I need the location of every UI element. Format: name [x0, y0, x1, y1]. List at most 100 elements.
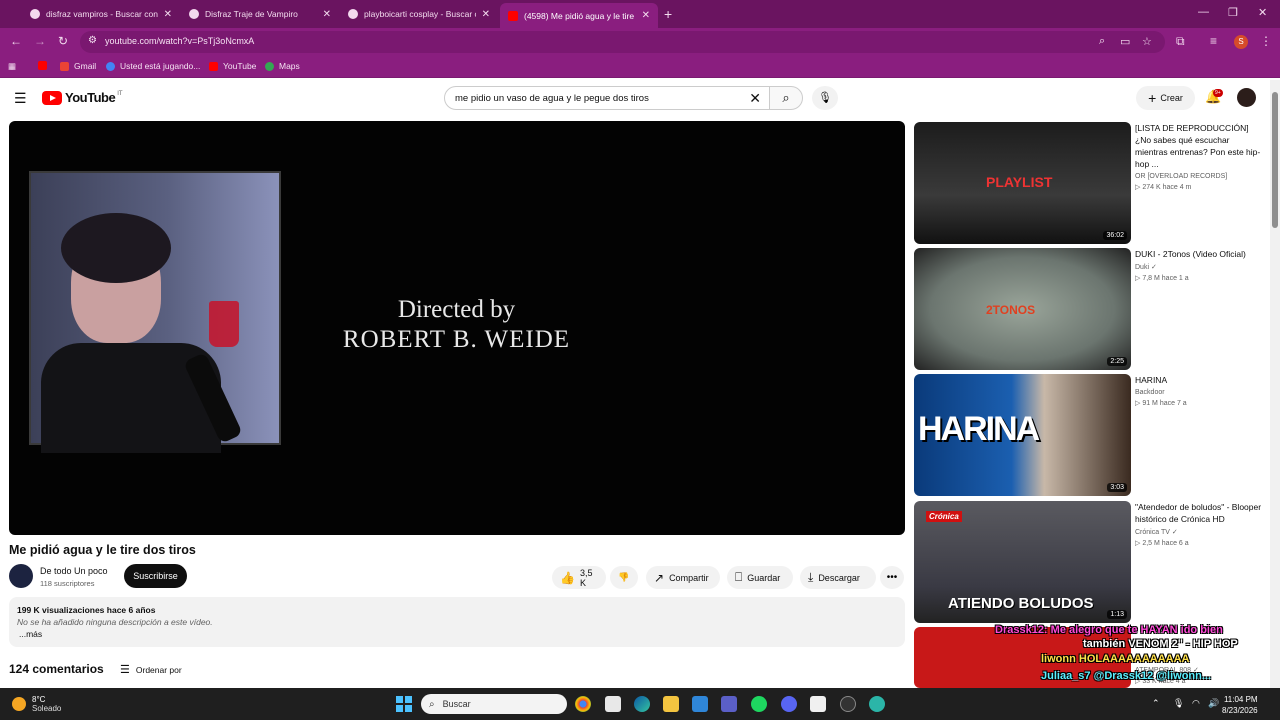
search-button[interactable]: ⌕: [769, 86, 803, 110]
related-video[interactable]: PLAYLIST 36:02 [LISTA DE REPRODUCCIÓN] ¿…: [914, 122, 1264, 244]
thumbnail-text: PLAYLIST: [986, 174, 1053, 190]
tab-disfraz-vampiros[interactable]: disfraz vampiros - Buscar con G ✕: [22, 4, 180, 24]
related-title: DUKI - 2Tonos (Video Oficial): [1135, 249, 1246, 259]
close-icon[interactable]: ✕: [164, 9, 172, 20]
browser-toolbar: ← → ↻ ⚙ youtube.com/watch?v=PsTj3oNcmxA …: [0, 28, 1280, 56]
duration-badge: 1:13: [1107, 610, 1127, 619]
channel-name[interactable]: De todo Un poco: [40, 566, 108, 576]
video-player[interactable]: Directed by ROBERT B. WEIDE: [9, 121, 905, 535]
bookmark-star-icon[interactable]: ☆: [1142, 35, 1152, 48]
zoom-icon[interactable]: ⌕: [1099, 35, 1105, 48]
tab-playboicarti[interactable]: playboicarti cosplay - Buscar co ✕: [340, 4, 498, 24]
video-thumbnail[interactable]: Crónica ATIENDO BOLUDOS 1:13: [914, 501, 1131, 623]
subscribe-button[interactable]: Suscribirse: [124, 564, 187, 588]
save-button[interactable]: ⎕ Guardar: [727, 566, 793, 589]
sort-comments-button[interactable]: ☰ Ordenar por: [120, 663, 182, 676]
tab-disfraz-traje[interactable]: Disfraz Traje de Vampiro ✕: [181, 4, 339, 24]
file-explorer-icon[interactable]: [663, 696, 679, 712]
tray-overflow-icon[interactable]: ⌃: [1152, 698, 1160, 709]
site-info-icon[interactable]: ⚙: [88, 35, 97, 46]
teams-icon[interactable]: [721, 696, 737, 712]
address-bar[interactable]: ⚙ youtube.com/watch?v=PsTj3oNcmxA ⌕ ▭ ☆: [80, 31, 1165, 53]
bookmark-youtube-icon[interactable]: [38, 61, 52, 70]
url-text: youtube.com/watch?v=PsTj3oNcmxA: [105, 36, 255, 46]
thumbnail-text: ATIENDO BOLUDOS: [948, 595, 1094, 612]
download-button[interactable]: ⤓ Descargar: [800, 566, 876, 589]
bookmark-maps[interactable]: Maps: [265, 61, 300, 71]
tab-title: playboicarti cosplay - Buscar co: [364, 9, 476, 19]
new-tab-icon[interactable]: +: [664, 6, 672, 22]
cast-icon[interactable]: ▭: [1120, 35, 1130, 48]
show-more-link[interactable]: ...más: [19, 629, 42, 639]
like-button[interactable]: 👍 3,5 K: [552, 566, 606, 589]
tab-youtube-active[interactable]: (4598) Me pidió agua y le tire d ✕: [500, 3, 658, 28]
close-icon[interactable]: ✕: [642, 10, 650, 21]
minimize-icon[interactable]: —: [1198, 6, 1209, 18]
wifi-icon[interactable]: ◠: [1192, 698, 1200, 709]
voice-search-icon[interactable]: 🎙: [812, 86, 838, 110]
download-label: Descargar: [818, 572, 860, 583]
reload-icon[interactable]: ↻: [58, 34, 68, 48]
dislike-button[interactable]: 👎: [610, 566, 638, 589]
taskbar-search-input[interactable]: ⌕ Buscar: [421, 694, 567, 714]
clear-search-icon[interactable]: ✕: [749, 90, 761, 107]
related-video[interactable]: Crónica ATIENDO BOLUDOS 1:13 "Atendedor …: [914, 501, 1264, 623]
youtube-logo[interactable]: YouTube IT: [42, 90, 123, 105]
store-icon[interactable]: [605, 696, 621, 712]
volume-icon[interactable]: 🔊: [1208, 698, 1219, 709]
forward-icon[interactable]: →: [34, 34, 46, 48]
share-icon: ↗: [654, 570, 665, 585]
discord-icon[interactable]: [781, 696, 797, 712]
chrome-icon[interactable]: [575, 696, 591, 712]
tab-title: Disfraz Traje de Vampiro: [205, 9, 298, 19]
spotify-icon[interactable]: [751, 696, 767, 712]
obs-icon[interactable]: [840, 696, 856, 712]
search-input[interactable]: me pidio un vaso de agua y le pegue dos …: [444, 86, 770, 110]
window-close-icon[interactable]: ✕: [1258, 6, 1267, 19]
app-icon[interactable]: [869, 696, 885, 712]
bookmark-gmail[interactable]: Gmail: [60, 61, 96, 71]
youtube-icon: [508, 10, 518, 21]
bookmark-youtube[interactable]: YouTube: [209, 61, 256, 71]
mail-icon[interactable]: [692, 696, 708, 712]
youtube-play-icon: [42, 90, 62, 105]
chat-line: también VENOM 2" - HIP HOP: [1083, 638, 1238, 650]
scrollbar-thumb[interactable]: [1272, 92, 1278, 228]
account-avatar[interactable]: [1237, 88, 1256, 107]
video-thumbnail[interactable]: 2TONOS 2:25: [914, 248, 1131, 370]
create-label: Crear: [1160, 93, 1183, 103]
video-thumbnail[interactable]: PLAYLIST 36:02: [914, 122, 1131, 244]
microphone-tray-icon[interactable]: 🎙: [1173, 698, 1184, 709]
capcut-icon[interactable]: [810, 696, 826, 712]
close-icon[interactable]: ✕: [323, 9, 331, 20]
description-box[interactable]: 199 K visualizaciones hace 6 años No se …: [9, 597, 905, 647]
close-icon[interactable]: ✕: [482, 9, 490, 20]
taskbar-clock[interactable]: 11:04 PM 8/23/2026: [1222, 694, 1258, 716]
create-button[interactable]: + Crear: [1136, 86, 1195, 110]
share-button[interactable]: ↗ Compartir: [646, 566, 720, 589]
bookmark-usted[interactable]: Usted está jugando...: [106, 61, 200, 71]
maximize-icon[interactable]: ❐: [1228, 6, 1238, 19]
windows-start-icon[interactable]: [396, 696, 412, 712]
extensions-icon[interactable]: ⧉: [1176, 34, 1185, 49]
hamburger-menu-icon[interactable]: ☰: [14, 90, 27, 107]
bookmarks-bar: ▦ Gmail Usted está jugando... YouTube Ma…: [0, 56, 1280, 78]
video-thumbnail[interactable]: HARINA 3:03: [914, 374, 1131, 496]
more-actions-icon[interactable]: •••: [880, 566, 904, 589]
weather-widget[interactable]: 8°C Soleado: [12, 695, 61, 713]
sort-icon: ☰: [120, 664, 130, 676]
related-title: "Atendedor de boludos" - Blooper históri…: [1135, 502, 1262, 524]
page-scrollbar[interactable]: [1270, 80, 1280, 688]
cronica-logo: Crónica: [926, 511, 962, 522]
edge-icon[interactable]: [634, 696, 650, 712]
channel-avatar[interactable]: [9, 564, 33, 588]
apps-icon[interactable]: ▦: [8, 61, 16, 72]
media-icon[interactable]: ≡: [1210, 34, 1217, 48]
credit-line-2: ROBERT B. WEIDE: [342, 326, 571, 353]
back-icon[interactable]: ←: [10, 34, 22, 48]
related-video[interactable]: HARINA 3:03 HARINA Backdoor ▷ 91 M hace …: [914, 374, 1264, 496]
menu-icon[interactable]: ⋮: [1260, 34, 1272, 48]
share-label: Compartir: [669, 572, 709, 583]
profile-avatar[interactable]: S: [1234, 35, 1248, 49]
related-video[interactable]: 2TONOS 2:25 DUKI - 2Tonos (Video Oficial…: [914, 248, 1264, 370]
